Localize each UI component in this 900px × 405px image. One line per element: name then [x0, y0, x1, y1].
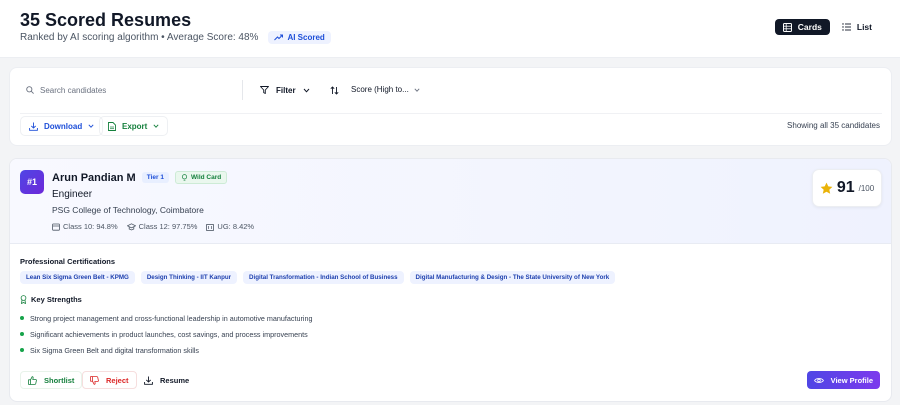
reject-button[interactable]: Reject	[82, 371, 137, 389]
score-max: /100	[858, 183, 875, 193]
view-toggle: Cards List	[774, 19, 880, 35]
export-label: Export	[122, 121, 148, 131]
toolbar-panel: Search candidates Filter Score (High to.…	[9, 67, 892, 146]
ai-scored-badge: AI Scored	[268, 31, 331, 44]
filter-icon	[260, 86, 269, 94]
list-view-button[interactable]: List	[834, 19, 880, 35]
sort-select[interactable]: Score (High to...	[347, 81, 424, 98]
grid-icon	[782, 22, 792, 32]
tier-badge: Tier 1	[141, 172, 169, 183]
candidate-role: Engineer	[52, 189, 93, 200]
candidate-name-row: Arun Pandian M Tier 1 Wild Card	[52, 171, 228, 184]
certifications-title: Professional Certifications	[20, 257, 116, 266]
ug-score: UG: 8.42%	[206, 222, 254, 231]
results-count: Showing all 35 candidates	[787, 121, 880, 130]
trend-up-icon	[274, 34, 284, 41]
score-box: 91 /100	[812, 169, 882, 207]
search-icon	[26, 86, 34, 94]
ug-label: UG: 8.42%	[217, 222, 255, 231]
page-subtitle-row: Ranked by AI scoring algorithm • Average…	[20, 31, 331, 44]
file-icon	[108, 121, 116, 131]
class10-score: Class 10: 94.8%	[52, 222, 118, 231]
class12-label: Class 12: 97.75%	[138, 222, 198, 231]
certification-chip: Design Thinking - IIT Kanpur	[140, 271, 238, 284]
sort-icon	[330, 82, 339, 98]
download-icon	[144, 376, 153, 385]
candidate-name: Arun Pandian M	[52, 171, 136, 184]
chevron-down-icon	[414, 87, 420, 92]
toolbar-divider	[242, 80, 243, 100]
strength-text: Six Sigma Green Belt and digital transfo…	[30, 345, 199, 355]
star-icon	[820, 182, 833, 195]
wild-card-label: Wild Card	[190, 174, 222, 181]
score-value: 91	[836, 179, 855, 196]
academic-scores: Class 10: 94.8% Class 12: 97.75% UG: 8.4…	[52, 222, 254, 231]
download-icon	[29, 122, 38, 131]
shortlist-label: Shortlist	[44, 375, 75, 385]
filter-button[interactable]: Filter	[260, 82, 310, 98]
view-profile-label: View Profile	[830, 375, 873, 385]
chevron-down-icon	[88, 124, 94, 128]
sort-select-value: Score (High to...	[351, 85, 409, 94]
page-subtitle: Ranked by AI scoring algorithm • Average…	[20, 32, 259, 43]
candidate-card: #1 Arun Pandian M Tier 1 Wild Card Engin…	[9, 158, 892, 402]
eye-icon	[813, 377, 824, 384]
class10-label: Class 10: 94.8%	[63, 222, 118, 231]
strength-text: Significant achievements in product laun…	[30, 329, 308, 339]
bullet-dot	[20, 348, 24, 352]
building-icon	[206, 223, 215, 231]
chevron-down-icon	[303, 88, 310, 93]
candidate-card-header: #1 Arun Pandian M Tier 1 Wild Card Engin…	[10, 159, 891, 244]
resume-download-button[interactable]: Resume	[137, 371, 196, 389]
list-view-label: List	[856, 22, 872, 32]
toolbar-divider	[20, 113, 882, 114]
bullet-dot	[20, 316, 24, 320]
rank-badge: #1	[20, 170, 44, 194]
thumbs-down-icon	[90, 375, 99, 385]
key-strengths-title: Key Strengths	[20, 295, 82, 304]
export-button[interactable]: Export	[99, 116, 169, 136]
reject-label: Reject	[106, 375, 129, 385]
certification-chip: Digital Manufacturing & Design - The Sta…	[409, 271, 616, 284]
filter-label: Filter	[276, 85, 296, 95]
certifications-list: Lean Six Sigma Green Belt - KPMG Design …	[20, 271, 616, 284]
award-icon	[20, 295, 27, 304]
class12-score: Class 12: 97.75%	[126, 222, 198, 231]
certification-chip: Lean Six Sigma Green Belt - KPMG	[20, 271, 135, 284]
resume-label: Resume	[160, 375, 190, 385]
download-button[interactable]: Download	[20, 116, 104, 136]
lightbulb-icon	[181, 174, 188, 181]
graduation-cap-icon	[126, 222, 136, 231]
list-item: Strong project management and cross-func…	[20, 310, 312, 326]
download-label: Download	[44, 121, 83, 131]
book-icon	[52, 223, 60, 231]
bullet-dot	[20, 332, 24, 336]
ai-scored-label: AI Scored	[287, 33, 325, 42]
list-icon	[842, 23, 851, 31]
view-profile-button[interactable]: View Profile	[806, 371, 880, 389]
wild-card-badge: Wild Card	[174, 171, 228, 184]
chevron-down-icon	[153, 124, 159, 128]
cards-view-button[interactable]: Cards	[774, 19, 830, 35]
key-strengths-list: Strong project management and cross-func…	[20, 310, 312, 358]
certification-chip: Digital Transformation - Indian School o…	[243, 271, 404, 284]
list-item: Significant achievements in product laun…	[20, 326, 312, 342]
page-header: 35 Scored Resumes Ranked by AI scoring a…	[0, 0, 900, 58]
cards-view-label: Cards	[797, 22, 822, 32]
shortlist-button[interactable]: Shortlist	[20, 371, 83, 389]
key-strengths-label: Key Strengths	[31, 295, 82, 304]
search-placeholder: Search candidates	[40, 85, 107, 95]
candidate-college: PSG College of Technology, Coimbatore	[52, 205, 204, 215]
strength-text: Strong project management and cross-func…	[30, 313, 313, 323]
list-item: Six Sigma Green Belt and digital transfo…	[20, 342, 312, 358]
thumbs-up-icon	[28, 375, 37, 385]
page-title: 35 Scored Resumes	[20, 10, 192, 30]
search-input[interactable]: Search candidates	[26, 82, 242, 98]
